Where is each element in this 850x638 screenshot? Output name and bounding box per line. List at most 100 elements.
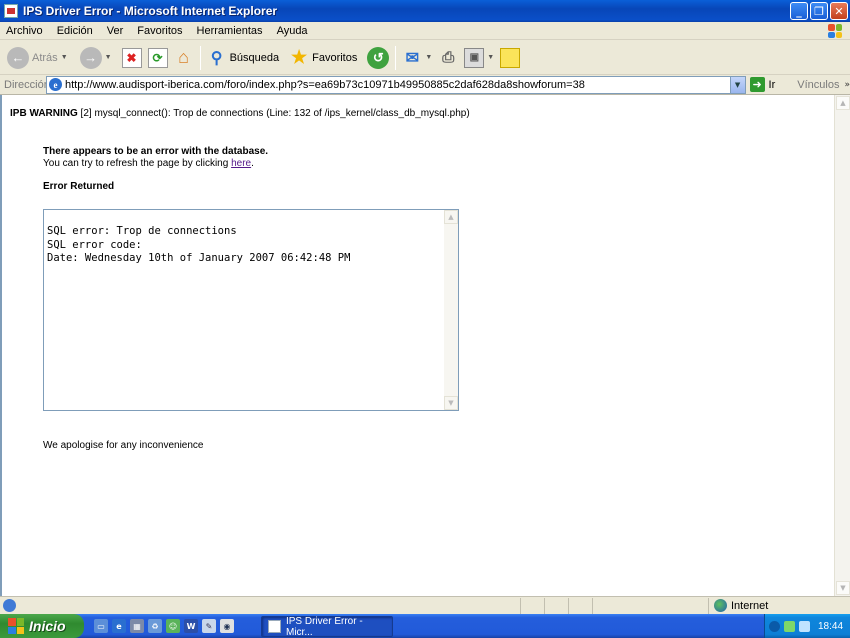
refresh-prefix: You can try to refresh the page by click…: [43, 158, 232, 169]
search-button[interactable]: ⚲ Búsqueda: [204, 44, 283, 72]
toolbar-divider: [395, 45, 397, 70]
toolbar-divider: [199, 45, 201, 70]
forward-arrow-icon: →: [79, 46, 102, 69]
scroll-down-icon[interactable]: ▼: [444, 396, 458, 410]
refresh-suffix: .: [251, 158, 254, 169]
refresh-hint: You can try to refresh the page by click…: [43, 158, 254, 169]
history-icon: ↺: [367, 46, 390, 69]
security-zone: Internet: [714, 599, 768, 612]
messenger-icon[interactable]: ☺: [166, 619, 180, 633]
clock[interactable]: 18:44: [818, 621, 843, 632]
recycle-icon[interactable]: ♻: [148, 619, 162, 633]
page-status-icon: [3, 599, 16, 612]
home-button[interactable]: ⌂: [171, 44, 197, 72]
sql-error-textarea[interactable]: SQL error: Trop de connections SQL error …: [43, 209, 459, 411]
menu-bar: Archivo Edición Ver Favoritos Herramient…: [0, 22, 850, 40]
menu-ayuda[interactable]: Ayuda: [270, 25, 315, 37]
chevron-down-icon[interactable]: ▼: [487, 54, 494, 61]
taskbar-item-ie[interactable]: IPS Driver Error - Micr...: [261, 615, 393, 638]
maximize-button[interactable]: ❐: [810, 2, 828, 20]
error-heading: There appears to be an error with the da…: [43, 146, 269, 157]
star-icon: ★: [291, 47, 308, 67]
links-label[interactable]: Vínculos: [797, 79, 839, 91]
star-icon[interactable]: [799, 620, 810, 632]
edit-button[interactable]: ▣ ▼: [461, 44, 497, 72]
chevron-down-icon[interactable]: ▼: [61, 54, 68, 61]
page-scrollbar[interactable]: ▲ ▼: [834, 95, 850, 596]
desktop-icon[interactable]: ▭: [94, 619, 108, 633]
media-player-icon[interactable]: ◉: [220, 619, 234, 633]
printer-icon: ⎙: [442, 49, 455, 66]
ie-window-icon[interactable]: [4, 4, 18, 18]
start-button[interactable]: Inicio: [0, 614, 84, 638]
page-icon: e: [49, 78, 62, 91]
chevron-left-icon[interactable]: [769, 620, 780, 632]
edit-icon: ▣: [464, 47, 485, 68]
chevron-down-icon[interactable]: ▼: [729, 76, 745, 93]
textarea-scrollbar[interactable]: ▲ ▼: [444, 210, 458, 410]
scroll-up-icon[interactable]: ▲: [836, 96, 850, 110]
chevron-down-icon[interactable]: ▼: [425, 54, 432, 61]
notepad-icon[interactable]: ✎: [202, 619, 216, 633]
back-arrow-icon: ←: [7, 46, 29, 69]
status-divider: [544, 598, 545, 614]
network-icon[interactable]: [784, 620, 795, 632]
windows-flag-icon: [8, 618, 24, 634]
ipb-warning: IPB WARNING [2] mysql_connect(): Trop de…: [10, 108, 470, 119]
chevron-right-icon[interactable]: »: [844, 80, 850, 90]
mail-button[interactable]: ✉ ▼: [399, 44, 435, 72]
window-controls: _ ❐ ✕: [790, 2, 848, 20]
stop-icon: ✖: [121, 47, 142, 68]
zone-label: Internet: [731, 599, 769, 612]
quick-launch: ▭ e ▦ ♻ ☺ W ✎ ◉: [94, 619, 234, 633]
close-button[interactable]: ✕: [830, 2, 848, 20]
standard-toolbar: ← Atrás ▼ → ▼ ✖ ⟳ ⌂ ⚲ Búsqueda ★ Favorit…: [0, 41, 850, 75]
menu-archivo[interactable]: Archivo: [0, 25, 50, 37]
status-divider: [708, 598, 709, 614]
system-tray: 18:44: [764, 614, 850, 638]
refresh-button[interactable]: ⟳: [145, 44, 171, 72]
sql-line: Date: Wednesday 10th of January 2007 06:…: [47, 252, 351, 264]
warning-text: [2] mysql_connect(): Trop de connections…: [77, 108, 470, 119]
messenger-button[interactable]: [497, 44, 523, 72]
address-label: Dirección: [4, 78, 50, 91]
scroll-up-icon[interactable]: ▲: [444, 210, 458, 224]
word-icon[interactable]: W: [184, 619, 198, 633]
ie-window-icon: [268, 620, 281, 633]
error-returned-heading: Error Returned: [43, 181, 115, 192]
sql-error-text: SQL error: Trop de connections SQL error …: [47, 225, 350, 266]
status-bar: Internet: [0, 596, 850, 614]
sql-line: SQL error code:: [47, 238, 142, 251]
menu-favoritos[interactable]: Favoritos: [130, 25, 189, 37]
calculator-icon[interactable]: ▦: [130, 619, 144, 633]
status-divider: [520, 598, 521, 614]
print-button[interactable]: ⎙: [435, 44, 461, 72]
page-content: IPB WARNING [2] mysql_connect(): Trop de…: [0, 95, 834, 596]
chevron-down-icon[interactable]: ▼: [105, 54, 112, 61]
forward-button[interactable]: → ▼: [77, 44, 115, 72]
note-icon: [500, 47, 521, 68]
task-label: IPS Driver Error - Micr...: [285, 615, 363, 638]
menu-herramientas[interactable]: Herramientas: [190, 25, 270, 37]
refresh-link[interactable]: here: [231, 158, 251, 169]
window-title: IPS Driver Error - Microsoft Internet Ex…: [23, 4, 278, 18]
address-url[interactable]: http://www.audisport-iberica.com/foro/in…: [65, 79, 735, 91]
go-arrow-icon: ➜: [749, 77, 765, 92]
menu-edicion[interactable]: Edición: [50, 25, 100, 37]
windows-logo-icon: [826, 22, 844, 40]
warning-label: IPB WARNING: [10, 108, 78, 119]
stop-button[interactable]: ✖: [119, 44, 145, 72]
apology-text: We apologise for any inconvenience: [43, 440, 204, 451]
go-button[interactable]: ➜ Ir: [749, 77, 775, 92]
history-button[interactable]: ↺: [364, 44, 392, 72]
ie-icon[interactable]: e: [112, 619, 126, 633]
address-input[interactable]: e http://www.audisport-iberica.com/foro/…: [46, 75, 746, 94]
menu-ver[interactable]: Ver: [100, 25, 131, 37]
favorites-button[interactable]: ★ Favoritos: [286, 44, 360, 72]
taskbar: Inicio ▭ e ▦ ♻ ☺ W ✎ ◉ IPS Driver Error …: [0, 614, 850, 638]
refresh-icon: ⟳: [147, 47, 168, 68]
back-button[interactable]: ← Atrás ▼: [4, 44, 71, 72]
scroll-down-icon[interactable]: ▼: [836, 581, 850, 595]
minimize-button[interactable]: _: [790, 2, 808, 20]
start-label: Inicio: [29, 618, 66, 634]
